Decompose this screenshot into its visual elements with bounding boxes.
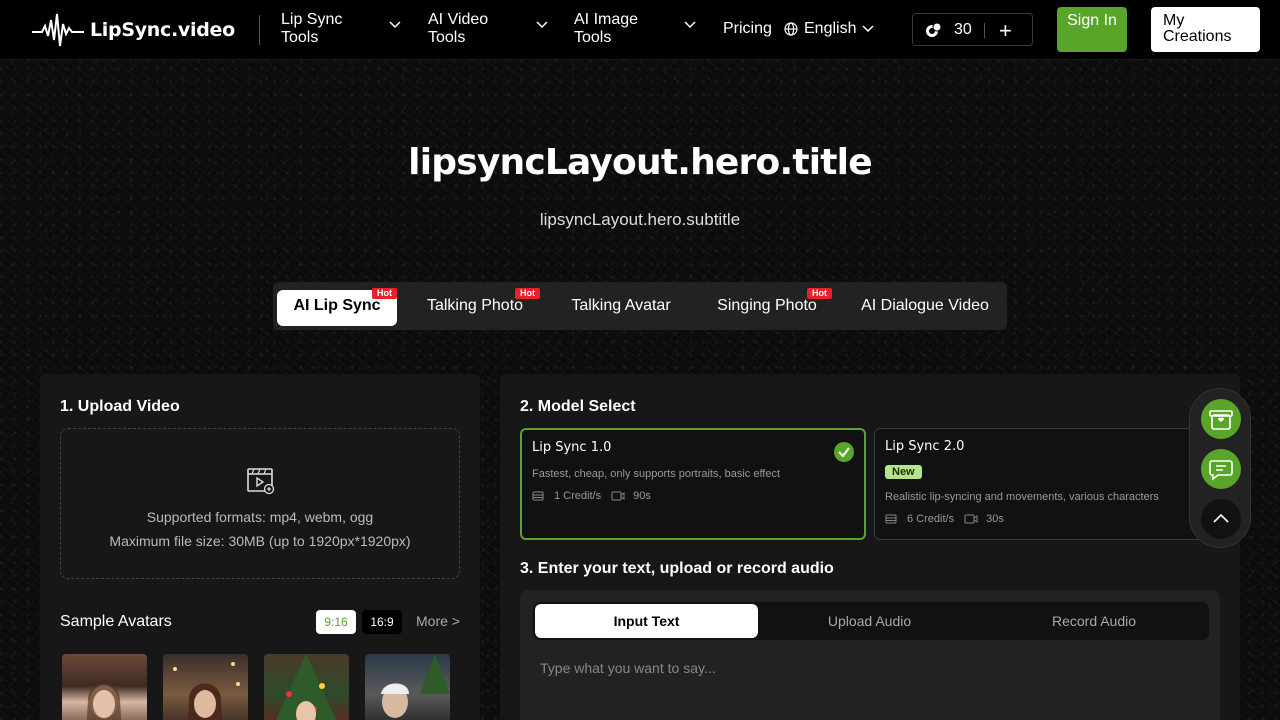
model-section-title: 2. Model Select — [520, 398, 636, 415]
video-upload-icon — [247, 468, 275, 495]
model-card-lip-sync-2[interactable]: Lip Sync 2.0 New Realistic lip-syncing a… — [874, 428, 1220, 540]
sample-avatars-title: Sample Avatars — [60, 613, 172, 630]
ratio-16-9-button[interactable]: 16:9 — [362, 610, 402, 634]
globe-icon — [784, 22, 798, 36]
max-file-size-text: Maximum file size: 30MB (up to 1920px*19… — [109, 533, 411, 549]
settings-panel: 2. Model Select Lip Sync 1.0 Fastest, ch… — [500, 374, 1240, 720]
header-divider — [259, 15, 260, 45]
credits-count: 30 — [954, 21, 972, 38]
top-nav-bar: LipSync.video Lip Sync Tools AI Video To… — [0, 0, 1280, 60]
chevron-up-icon — [1213, 513, 1229, 523]
selected-check-icon — [834, 442, 854, 462]
nav-lip-sync-tools[interactable]: Lip Sync Tools — [281, 11, 401, 47]
language-selector[interactable]: English — [784, 20, 875, 38]
supported-formats-text: Supported formats: mp4, webm, ogg — [146, 509, 374, 525]
chevron-down-icon — [862, 25, 875, 33]
tab-label: Talking Photo — [426, 297, 524, 314]
model-duration: 30s — [986, 513, 1004, 525]
avatar-image — [379, 654, 450, 720]
sample-avatar-thumbnail[interactable] — [365, 654, 450, 720]
credits-box: 30 + — [912, 13, 1033, 46]
floating-action-bar — [1189, 388, 1251, 548]
upload-panel: 1. Upload Video Supported formats: mp4, … — [40, 374, 480, 720]
sample-avatar-thumbnail[interactable] — [264, 654, 349, 720]
model-card-lip-sync-1[interactable]: Lip Sync 1.0 Fastest, cheap, only suppor… — [520, 428, 866, 540]
soundwave-logo-icon — [32, 13, 84, 47]
chat-icon — [1209, 460, 1233, 481]
tool-tabs: AI Lip Sync Hot Talking Photo Hot Talkin… — [273, 282, 1007, 330]
sample-avatar-thumbnail[interactable] — [163, 654, 248, 720]
nav-ai-video-tools[interactable]: AI Video Tools — [428, 11, 548, 47]
gift-button[interactable] — [1201, 399, 1241, 439]
tab-ai-dialogue-video[interactable]: AI Dialogue Video — [857, 290, 993, 326]
nav-ai-image-tools-label: AI Image Tools — [574, 11, 639, 46]
language-label: English — [804, 20, 857, 37]
audio-section-title: 3. Enter your text, upload or record aud… — [520, 560, 834, 577]
video-camera-icon — [964, 514, 978, 524]
chevron-down-icon — [684, 21, 696, 29]
credits-divider — [984, 23, 985, 38]
video-upload-dropzone[interactable]: Supported formats: mp4, webm, ogg Maximu… — [60, 428, 460, 579]
add-credits-button[interactable]: + — [999, 18, 1012, 44]
chat-button[interactable] — [1201, 449, 1241, 489]
tab-label: AI Lip Sync — [293, 297, 381, 314]
model-description: Realistic lip-syncing and movements, var… — [885, 491, 1159, 503]
tab-label: Talking Avatar — [571, 297, 671, 314]
text-input-field[interactable]: Type what you want to say... — [540, 660, 716, 676]
avatar-image — [173, 662, 240, 720]
nav-lip-sync-tools-label: Lip Sync Tools — [281, 11, 343, 46]
logo-text: LipSync.video — [90, 19, 235, 41]
model-meta: 6 Credit/s 30s — [885, 513, 1004, 525]
avatar-image — [86, 683, 122, 720]
coins-icon — [926, 22, 942, 37]
sign-in-button[interactable]: Sign In — [1057, 7, 1127, 52]
upload-section-title: 1. Upload Video — [60, 398, 180, 415]
video-camera-icon — [611, 491, 625, 501]
hot-badge: Hot — [372, 288, 397, 299]
tab-label: Singing Photo — [717, 297, 817, 314]
hot-badge: Hot — [515, 288, 540, 299]
coins-stack-icon — [885, 514, 897, 524]
tab-input-text[interactable]: Input Text — [535, 604, 758, 638]
model-name: Lip Sync 2.0 — [885, 439, 965, 454]
hot-badge: Hot — [807, 288, 832, 299]
nav-ai-image-tools[interactable]: AI Image Tools — [574, 11, 696, 47]
chevron-down-icon — [536, 21, 548, 29]
sample-avatar-thumbnail[interactable] — [62, 654, 147, 720]
audio-input-box: Input Text Upload Audio Record Audio Typ… — [520, 590, 1220, 720]
nav-pricing[interactable]: Pricing — [723, 20, 772, 38]
more-avatars-link[interactable]: More > — [416, 613, 460, 629]
tab-singing-photo[interactable]: Singing Photo — [713, 290, 821, 326]
coins-stack-icon — [532, 491, 544, 501]
model-description: Fastest, cheap, only supports portraits,… — [532, 468, 781, 480]
model-credits: 1 Credit/s — [554, 490, 602, 502]
tab-upload-audio[interactable]: Upload Audio — [758, 604, 981, 638]
hero-subtitle: lipsyncLayout.hero.subtitle — [539, 210, 741, 229]
model-credits: 6 Credit/s — [907, 513, 955, 525]
gift-icon — [1209, 410, 1233, 430]
tab-record-audio[interactable]: Record Audio — [981, 604, 1207, 638]
nav-ai-video-tools-label: AI Video Tools — [428, 11, 489, 46]
model-meta: 1 Credit/s 90s — [532, 490, 651, 502]
tab-talking-avatar[interactable]: Talking Avatar — [565, 290, 677, 326]
model-duration: 90s — [633, 490, 651, 502]
ratio-9-16-button[interactable]: 9:16 — [316, 610, 356, 634]
avatar-image — [275, 654, 337, 720]
tab-label: AI Dialogue Video — [861, 297, 989, 314]
hero-title: lipsyncLayout.hero.title — [408, 142, 872, 183]
scroll-to-top-button[interactable] — [1201, 499, 1241, 539]
new-badge: New — [885, 465, 922, 479]
my-creations-button[interactable]: My Creations — [1151, 7, 1260, 52]
chevron-down-icon — [389, 21, 401, 29]
logo[interactable]: LipSync.video — [32, 10, 235, 50]
model-name: Lip Sync 1.0 — [532, 440, 612, 455]
